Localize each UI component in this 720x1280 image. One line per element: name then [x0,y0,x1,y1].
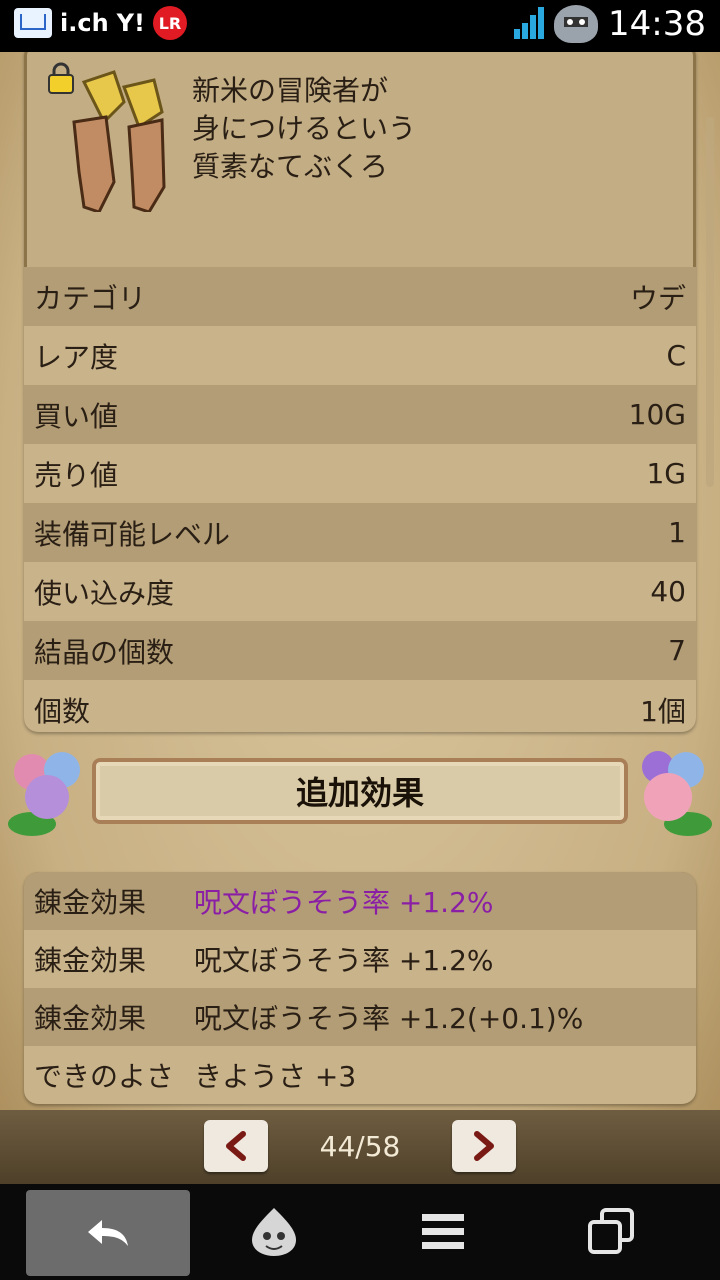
stat-row-category: カテゴリ ウデ [24,267,696,326]
effect-value: きようさ +3 [194,1060,357,1093]
slime-notification-icon [554,5,599,43]
item-info-card: 新米の冒険者が 身につけるという 質素なてぶくろ カテゴリ ウデ レア度 C 買… [24,52,696,732]
effect-value: 呪文ぼうそう率 +1.2(+0.1)% [194,1002,584,1035]
back-button[interactable] [26,1190,190,1276]
scrollbar[interactable] [706,117,714,487]
stat-value: 1G [646,457,686,490]
effect-label: 錬金効果 [34,886,147,919]
stat-row-sell-price: 売り値 1G [24,444,696,503]
stat-value: 10G [628,398,686,431]
menu-icon[interactable] [420,1212,466,1252]
stat-label: レア度 [34,340,119,374]
stat-row-buy-price: 買い値 10G [24,385,696,444]
windows-icon[interactable] [586,1206,638,1258]
page-indicator: 44/58 [319,1130,401,1163]
stat-row-rarity: レア度 C [24,326,696,385]
mail-icon [14,8,52,38]
item-header: 新米の冒険者が 身につけるという 質素なてぶくろ [24,52,696,267]
stat-row-crystals: 結晶の個数 7 [24,621,696,680]
next-page-button[interactable] [452,1120,516,1172]
stat-row-usage: 使い込み度 40 [24,562,696,621]
pager-bar: 44/58 [0,1110,720,1184]
prev-page-button[interactable] [204,1120,268,1172]
item-stats-table: カテゴリ ウデ レア度 C 買い値 10G 売り値 1G 装備可能レベル 1 使… [24,267,696,732]
slime-home-icon[interactable] [248,1206,300,1258]
clock: 14:38 [608,4,706,44]
stat-value: 7 [668,634,686,667]
hydrangea-left-icon [8,752,80,836]
lock-icon [48,62,74,94]
effect-row: 錬金効果 呪文ぼうそう率 +1.2% [24,930,696,988]
lr-icon: LR [152,6,187,40]
stat-label: カテゴリ [34,281,147,315]
status-bar: i.ch Y! LR 14:38 [0,0,720,52]
chevron-right-icon [474,1131,494,1161]
effects-title-bar: 追加効果 [92,758,628,824]
signal-icon [508,7,545,41]
effect-row: 錬金効果 呪文ぼうそう率 +1.2(+0.1)% [24,988,696,1046]
back-icon [88,1220,128,1246]
lr-label: LR [158,13,182,33]
stat-value: ウデ [629,281,686,315]
system-nav-bar [0,1184,720,1280]
stat-value: C [666,339,686,372]
stat-label: 装備可能レベル [34,517,231,551]
stat-row-count: 個数 1個 [24,680,696,732]
effect-row: できのよさ きようさ +3 [24,1046,696,1104]
effect-value: 呪文ぼうそう率 +1.2% [194,944,494,977]
effect-value: 呪文ぼうそう率 +1.2% [194,886,494,919]
effect-label: 錬金効果 [34,944,147,977]
status-right-icons: 14:38 [508,4,706,44]
effect-row: 錬金効果 呪文ぼうそう率 +1.2% [24,872,696,930]
effects-banner: 追加効果 [0,742,720,862]
stat-label: 売り値 [34,458,119,492]
ich-icon: i.ch [60,9,109,37]
stat-label: 買い値 [34,399,119,433]
stat-value: 1個 [640,694,686,728]
effect-label: できのよさ [34,1060,175,1093]
stat-label: 個数 [34,694,91,728]
stat-label: 使い込み度 [34,576,175,610]
stat-label: 結晶の個数 [34,635,175,669]
hydrangea-right-icon [642,751,712,836]
effect-label: 錬金効果 [34,1002,147,1035]
stat-value: 1 [668,516,686,549]
effects-card: 錬金効果 呪文ぼうそう率 +1.2% 錬金効果 呪文ぼうそう率 +1.2% 錬金… [24,872,696,1104]
item-description: 新米の冒険者が 身につけるという 質素なてぶくろ [192,74,417,183]
stat-row-equip-level: 装備可能レベル 1 [24,503,696,562]
yahoo-icon: Y! [116,9,145,37]
effects-title: 追加効果 [295,774,424,812]
item-detail-page[interactable]: 新米の冒険者が 身につけるという 質素なてぶくろ カテゴリ ウデ レア度 C 買… [0,52,720,1184]
chevron-left-icon [226,1131,246,1161]
stat-value: 40 [650,575,686,608]
status-left-icons: i.ch Y! LR [14,6,187,40]
